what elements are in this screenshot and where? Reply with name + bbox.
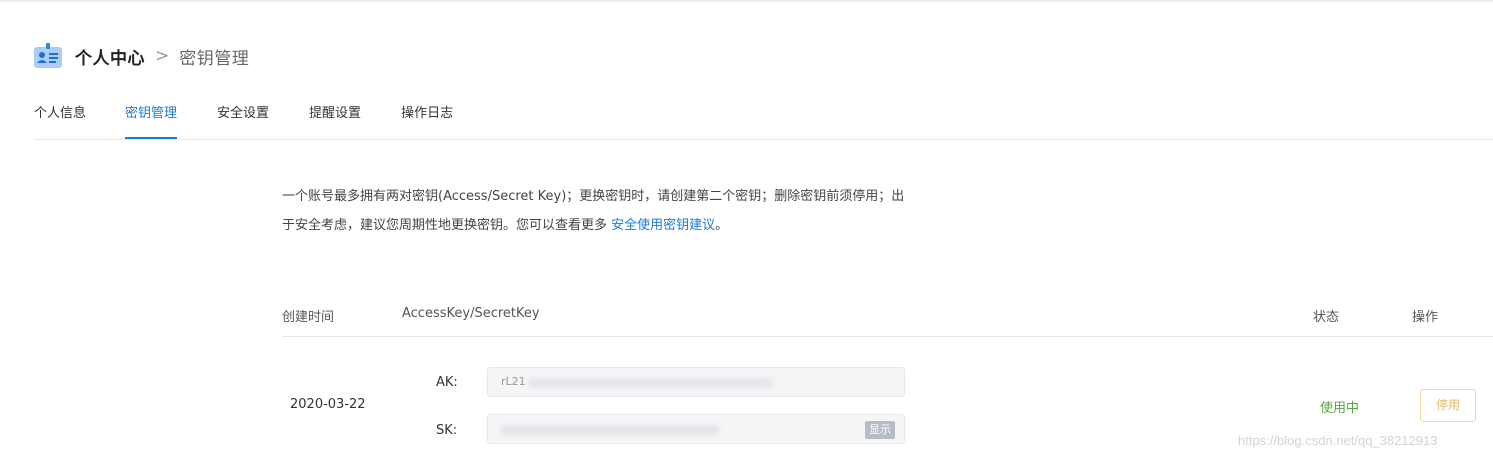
access-key-value: rL21 xyxy=(501,375,526,388)
sk-label: SK: xyxy=(436,423,458,438)
security-tips-link[interactable]: 安全使用密钥建议 xyxy=(611,218,715,233)
key-notice: 一个账号最多拥有两对密钥(Access/Secret Key)；更换密钥时，请创… xyxy=(282,182,912,240)
redacted-mask xyxy=(528,378,773,388)
watermark: https://blog.csdn.net/qq_38212913 xyxy=(1238,433,1438,448)
tab-reminder-settings[interactable]: 提醒设置 xyxy=(309,104,361,138)
notice-text: 一个账号最多拥有两对密钥(Access/Secret Key)；更换密钥时，请创… xyxy=(282,189,905,233)
tab-key-management[interactable]: 密钥管理 xyxy=(125,104,178,139)
created-date: 2020-03-22 xyxy=(290,397,366,412)
tab-operation-log[interactable]: 操作日志 xyxy=(401,104,453,138)
breadcrumb-current: 密钥管理 xyxy=(179,48,250,69)
status-badge: 使用中 xyxy=(1320,401,1360,416)
column-actions: 操作 xyxy=(1412,310,1439,325)
column-created: 创建时间 xyxy=(282,310,335,325)
column-status: 状态 xyxy=(1313,310,1340,325)
tab-bar: 个人信息 密钥管理 安全设置 提醒设置 操作日志 xyxy=(34,104,1493,140)
tab-personal-info[interactable]: 个人信息 xyxy=(34,104,86,138)
tab-security-settings[interactable]: 安全设置 xyxy=(217,104,269,138)
column-keys: AccessKey/SecretKey xyxy=(402,306,540,321)
page-title: 个人中心 xyxy=(75,48,145,69)
breadcrumb-separator-icon: > xyxy=(155,46,170,66)
disable-key-button[interactable]: 停用 xyxy=(1420,389,1476,422)
top-shadow xyxy=(0,0,1493,3)
ak-label: AK: xyxy=(436,375,458,390)
access-key-field[interactable]: rL21 xyxy=(487,367,905,397)
id-card-icon xyxy=(34,43,62,69)
secret-key-field[interactable]: 显示 xyxy=(487,414,905,444)
redacted-mask xyxy=(500,425,720,435)
show-secret-button[interactable]: 显示 xyxy=(865,421,895,439)
page-header: 个人中心 > 密钥管理 xyxy=(34,42,249,70)
notice-suffix: 。 xyxy=(715,218,729,233)
table-header: 创建时间 AccessKey/SecretKey 状态 操作 xyxy=(282,306,1493,337)
